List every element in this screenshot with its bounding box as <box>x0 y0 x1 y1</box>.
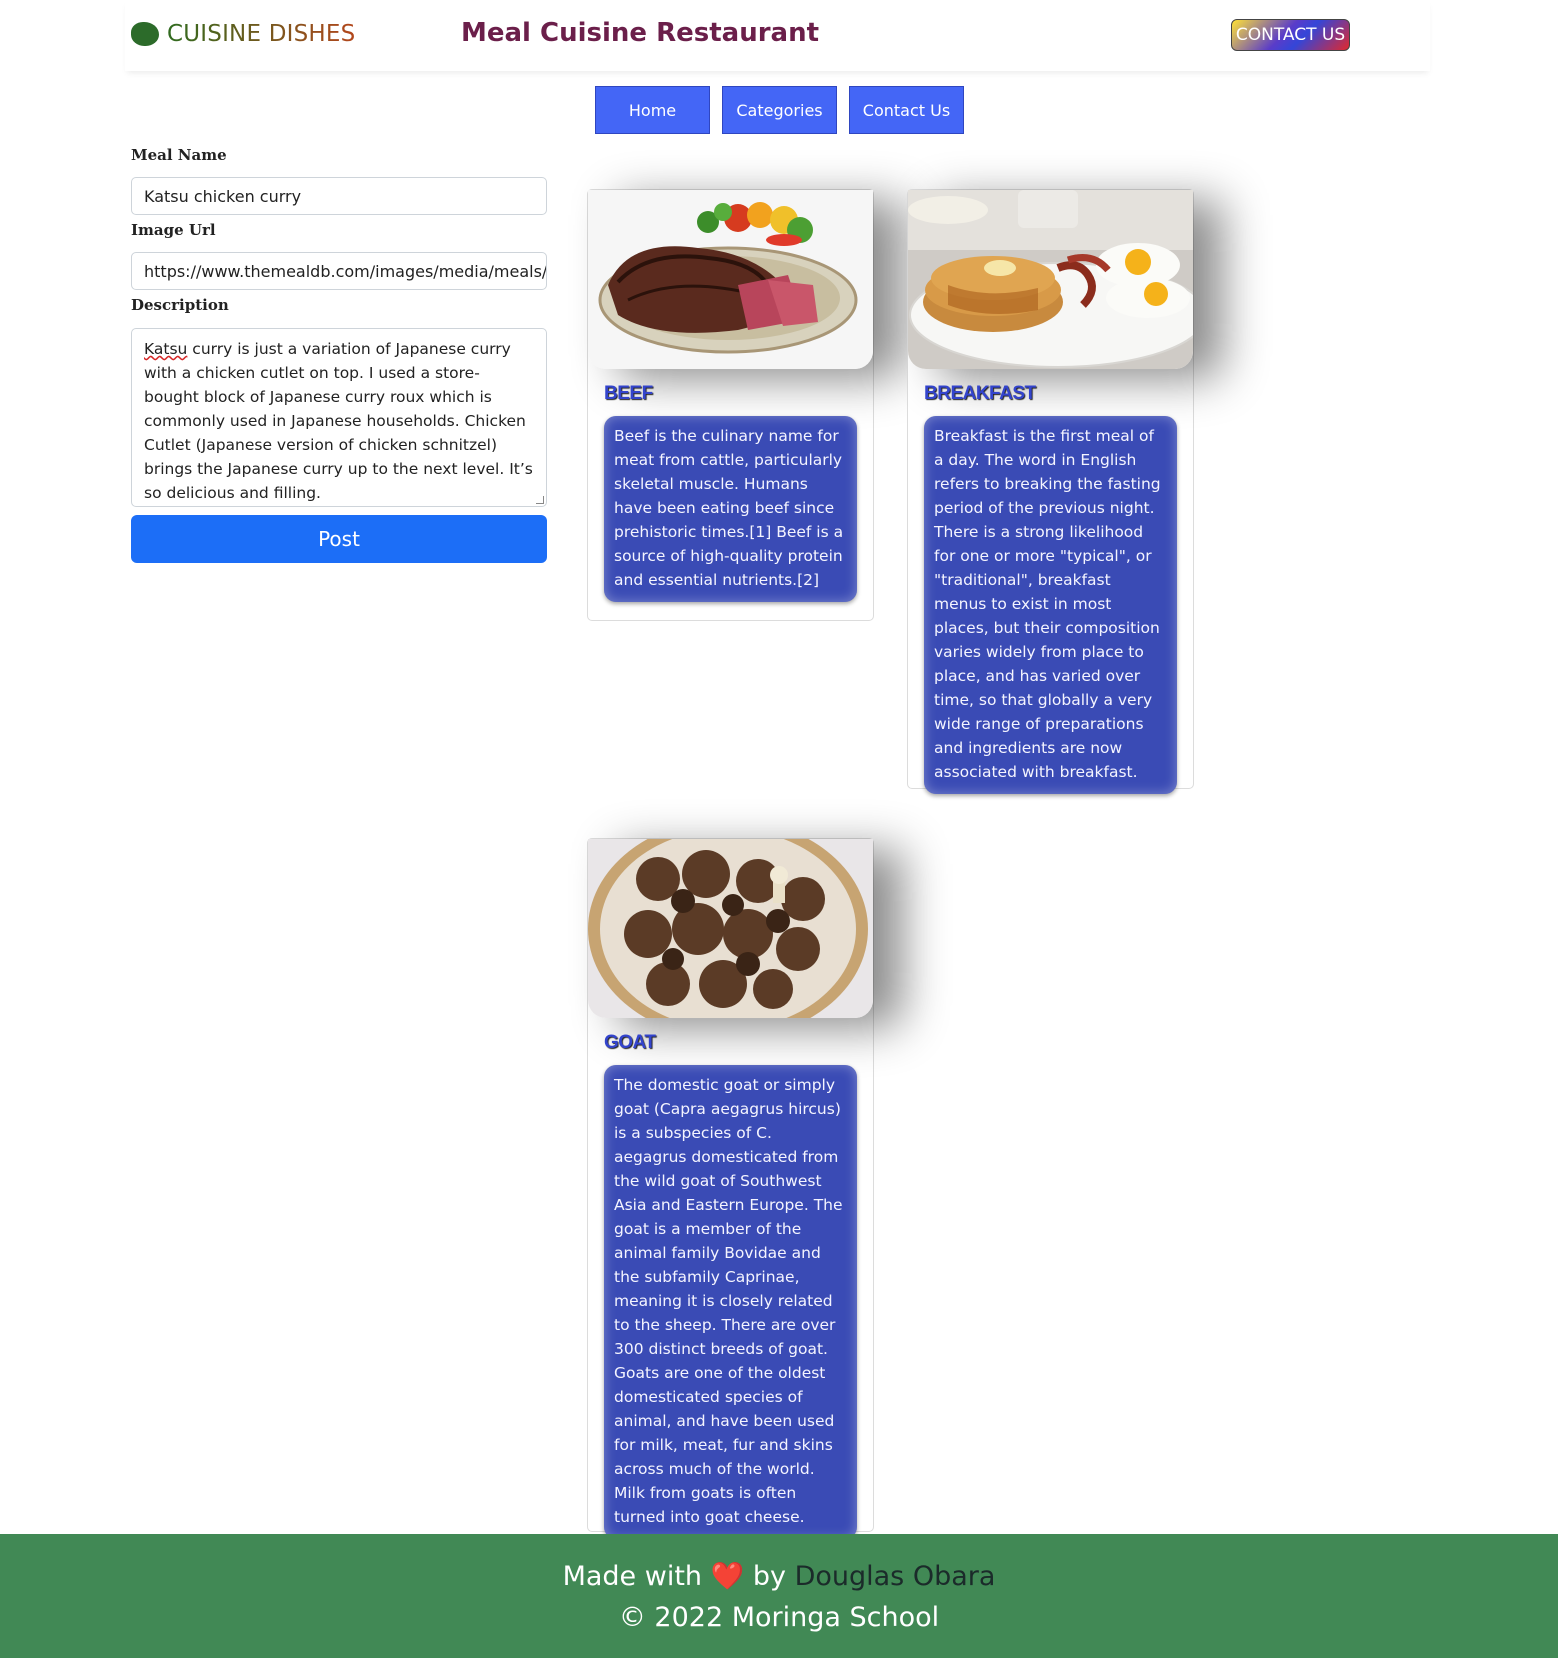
author-link[interactable]: Douglas Obara <box>795 1561 996 1592</box>
description-text: curry is just a variation of Japanese cu… <box>144 340 533 502</box>
post-button[interactable]: Post <box>131 515 547 563</box>
heart-icon: ❤️ <box>710 1561 745 1592</box>
goat-image <box>588 839 873 1018</box>
footer-credit: Made with ❤️ by Douglas Obara <box>0 1560 1558 1592</box>
leaf-icon <box>131 22 159 46</box>
made-with-text: Made with <box>562 1561 703 1592</box>
meal-name-input[interactable]: Katsu chicken curry <box>131 177 547 215</box>
resize-handle-icon[interactable] <box>536 496 544 504</box>
misspelled-word: Katsu <box>144 340 188 358</box>
card-title: GOAT <box>604 1032 656 1053</box>
nav-categories-button[interactable]: Categories <box>722 86 837 134</box>
top-header: CUISINE DISHES Meal Cuisine Restaurant C… <box>125 0 1430 71</box>
card-description: Breakfast is the first meal of a day. Th… <box>924 416 1177 794</box>
card-title: BEEF <box>604 383 653 404</box>
nav-home-button[interactable]: Home <box>595 86 710 134</box>
beef-image <box>588 190 873 369</box>
contact-us-button[interactable]: CONTACT US <box>1231 19 1350 51</box>
by-text: by <box>752 1561 786 1592</box>
page-footer: Made with ❤️ by Douglas Obara © 2022 Mor… <box>0 1534 1558 1658</box>
category-card-breakfast[interactable]: BREAKFAST Breakfast is the first meal of… <box>907 189 1194 794</box>
breakfast-image <box>908 190 1193 369</box>
description-label: Description <box>131 296 229 314</box>
card-description: The domestic goat or simply goat (Capra … <box>604 1065 857 1539</box>
site-title: Meal Cuisine Restaurant <box>461 18 820 48</box>
card-title: BREAKFAST <box>924 383 1036 404</box>
copyright: © 2022 Moringa School <box>618 1602 940 1633</box>
brand[interactable]: CUISINE DISHES <box>131 21 355 47</box>
card-description: Beef is the culinary name for meat from … <box>604 416 857 602</box>
image-url-input[interactable]: https://www.themealdb.com/images/media/m… <box>131 252 547 290</box>
description-textarea[interactable]: Katsu curry is just a variation of Japan… <box>131 328 547 507</box>
nav-contact-button[interactable]: Contact Us <box>849 86 964 134</box>
category-card-beef[interactable]: BEEF Beef is the culinary name for meat … <box>587 189 874 621</box>
meal-name-label: Meal Name <box>131 146 227 164</box>
category-card-goat[interactable]: GOAT The domestic goat or simply goat (C… <box>587 838 874 1539</box>
brand-name: CUISINE DISHES <box>167 21 356 47</box>
image-url-label: Image Url <box>131 221 216 239</box>
